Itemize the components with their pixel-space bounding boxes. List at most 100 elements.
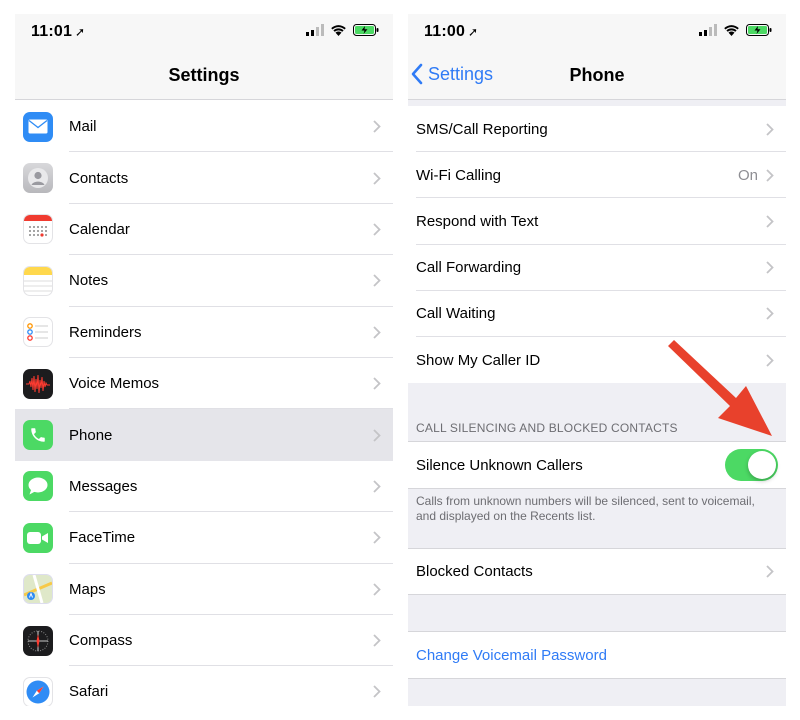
- settings-row-label: Notes: [69, 272, 109, 290]
- settings-row-messages[interactable]: Messages: [15, 461, 393, 513]
- settings-row-label: Voice Memos: [69, 375, 160, 393]
- chevron-right-icon: [373, 120, 381, 133]
- settings-row-mail[interactable]: Mail: [15, 101, 393, 153]
- chevron-right-icon: [373, 171, 381, 185]
- safari-icon: [23, 676, 53, 706]
- settings-row-label: Mail: [69, 118, 97, 136]
- status-time: 11:01 ➚: [31, 23, 85, 41]
- chevron-right-icon: [373, 583, 381, 596]
- settings-row-sms-call-reporting[interactable]: SMS/Call Reporting: [408, 106, 786, 153]
- wifi-icon: [724, 25, 739, 36]
- settings-row-label: Calendar: [69, 220, 130, 238]
- chevron-right-icon: [373, 634, 381, 647]
- settings-screen: 11:01 ➚ Settings Mail Contacts Calendar …: [15, 14, 393, 706]
- red-arrow-annotation: [668, 340, 772, 436]
- compass-icon: [23, 625, 53, 656]
- settings-row-contacts[interactable]: Contacts: [15, 152, 393, 204]
- settings-row-label: Phone: [69, 426, 113, 444]
- settings-list: Mail Contacts Calendar Notes Reminders V…: [15, 101, 393, 706]
- navigation-bar: Settings Phone: [408, 50, 786, 100]
- chevron-right-icon: [766, 307, 774, 320]
- calendar-icon: [23, 214, 53, 245]
- settings-row-call-waiting[interactable]: Call Waiting: [408, 291, 786, 337]
- blocked-contacts-group: Blocked Contacts: [408, 548, 786, 595]
- phone-icon: [23, 420, 53, 451]
- notes-icon: [23, 265, 53, 296]
- chevron-right-icon: [373, 428, 381, 442]
- chevron-right-icon: [766, 565, 774, 578]
- settings-row-label: Maps: [69, 580, 106, 598]
- battery-charging-icon: [353, 24, 379, 36]
- settings-row-label: Reminders: [69, 323, 142, 341]
- settings-row-notes[interactable]: Notes: [15, 255, 393, 307]
- settings-row-label: Respond with Text: [416, 212, 539, 230]
- silence-unknown-callers-toggle[interactable]: [725, 449, 778, 481]
- wifi-icon: [331, 25, 346, 36]
- status-icons: [306, 24, 379, 36]
- chevron-right-icon: [766, 261, 774, 274]
- status-icons: [699, 24, 772, 36]
- chevron-right-icon: [373, 685, 381, 699]
- settings-row-label: Compass: [69, 632, 133, 650]
- facetime-icon: [23, 522, 53, 553]
- settings-row-compass[interactable]: Compass: [15, 615, 393, 667]
- location-arrow-icon: ➚: [75, 25, 86, 39]
- cellular-signal-icon: [699, 24, 717, 36]
- status-bar: 11:00 ➚: [408, 14, 786, 50]
- chevron-right-icon: [373, 274, 381, 287]
- settings-row-label: Silence Unknown Callers: [416, 456, 583, 474]
- settings-row-label: SMS/Call Reporting: [416, 120, 548, 138]
- settings-row-calendar[interactable]: Calendar: [15, 204, 393, 256]
- maps-icon: [23, 574, 53, 605]
- status-time: 11:00 ➚: [424, 23, 478, 41]
- settings-row-facetime[interactable]: FaceTime: [15, 512, 393, 564]
- silence-unknown-callers-note: Calls from unknown numbers will be silen…: [416, 494, 786, 524]
- status-time-text: 11:01: [31, 23, 73, 40]
- navigation-bar: Settings: [15, 50, 393, 100]
- voice-memos-icon: [23, 368, 53, 399]
- settings-row-label: Wi-Fi Calling: [416, 166, 502, 184]
- chevron-right-icon: [766, 215, 774, 228]
- battery-charging-icon: [746, 24, 772, 36]
- change-voicemail-password-row[interactable]: Change Voicemail Password: [408, 632, 786, 678]
- settings-row-label: Safari: [69, 683, 109, 701]
- messages-icon: [23, 471, 53, 502]
- settings-row-call-forwarding[interactable]: Call Forwarding: [408, 245, 786, 291]
- settings-row-label: FaceTime: [69, 529, 136, 547]
- toggle-knob: [748, 451, 776, 479]
- location-arrow-icon: ➚: [468, 25, 479, 39]
- reminders-icon: [23, 317, 53, 348]
- settings-row-voice-memos[interactable]: Voice Memos: [15, 358, 393, 410]
- chevron-right-icon: [373, 480, 381, 493]
- chevron-right-icon: [373, 223, 381, 236]
- change-voicemail-password-link[interactable]: Change Voicemail Password: [416, 647, 607, 664]
- contacts-icon: [23, 163, 53, 194]
- voicemail-group: Change Voicemail Password: [408, 631, 786, 679]
- settings-row-reminders[interactable]: Reminders: [15, 307, 393, 358]
- section-header-call-silencing: CALL SILENCING AND BLOCKED CONTACTS: [416, 421, 678, 435]
- settings-row-blocked-contacts[interactable]: Blocked Contacts: [408, 549, 786, 594]
- cellular-signal-icon: [306, 24, 324, 36]
- settings-row-phone[interactable]: Phone: [15, 409, 393, 461]
- settings-row-label: Messages: [69, 477, 138, 495]
- chevron-right-icon: [373, 531, 381, 544]
- note-line: Calls from unknown numbers will be silen…: [416, 494, 755, 508]
- chevron-right-icon: [373, 326, 381, 339]
- page-title: Phone: [569, 65, 625, 85]
- settings-row-label: Blocked Contacts: [416, 563, 533, 580]
- note-line: and displayed on the Recents list.: [416, 509, 596, 523]
- chevron-right-icon: [373, 377, 381, 390]
- page-title: Settings: [168, 65, 240, 85]
- status-time-text: 11:00: [424, 23, 466, 40]
- settings-row-label: Contacts: [69, 169, 129, 187]
- chevron-right-icon: [766, 122, 774, 136]
- settings-row-label: Show My Caller ID: [416, 351, 541, 369]
- settings-row-maps[interactable]: Maps: [15, 564, 393, 615]
- settings-row-wifi-calling[interactable]: Wi-Fi Calling On: [408, 152, 786, 199]
- mail-icon: [23, 111, 53, 142]
- settings-row-label: Call Waiting: [416, 305, 496, 323]
- settings-row-safari[interactable]: Safari: [15, 666, 393, 706]
- settings-row-respond-with-text[interactable]: Respond with Text: [408, 198, 786, 245]
- status-bar: 11:01 ➚: [15, 14, 393, 50]
- settings-row-label: Call Forwarding: [416, 259, 522, 277]
